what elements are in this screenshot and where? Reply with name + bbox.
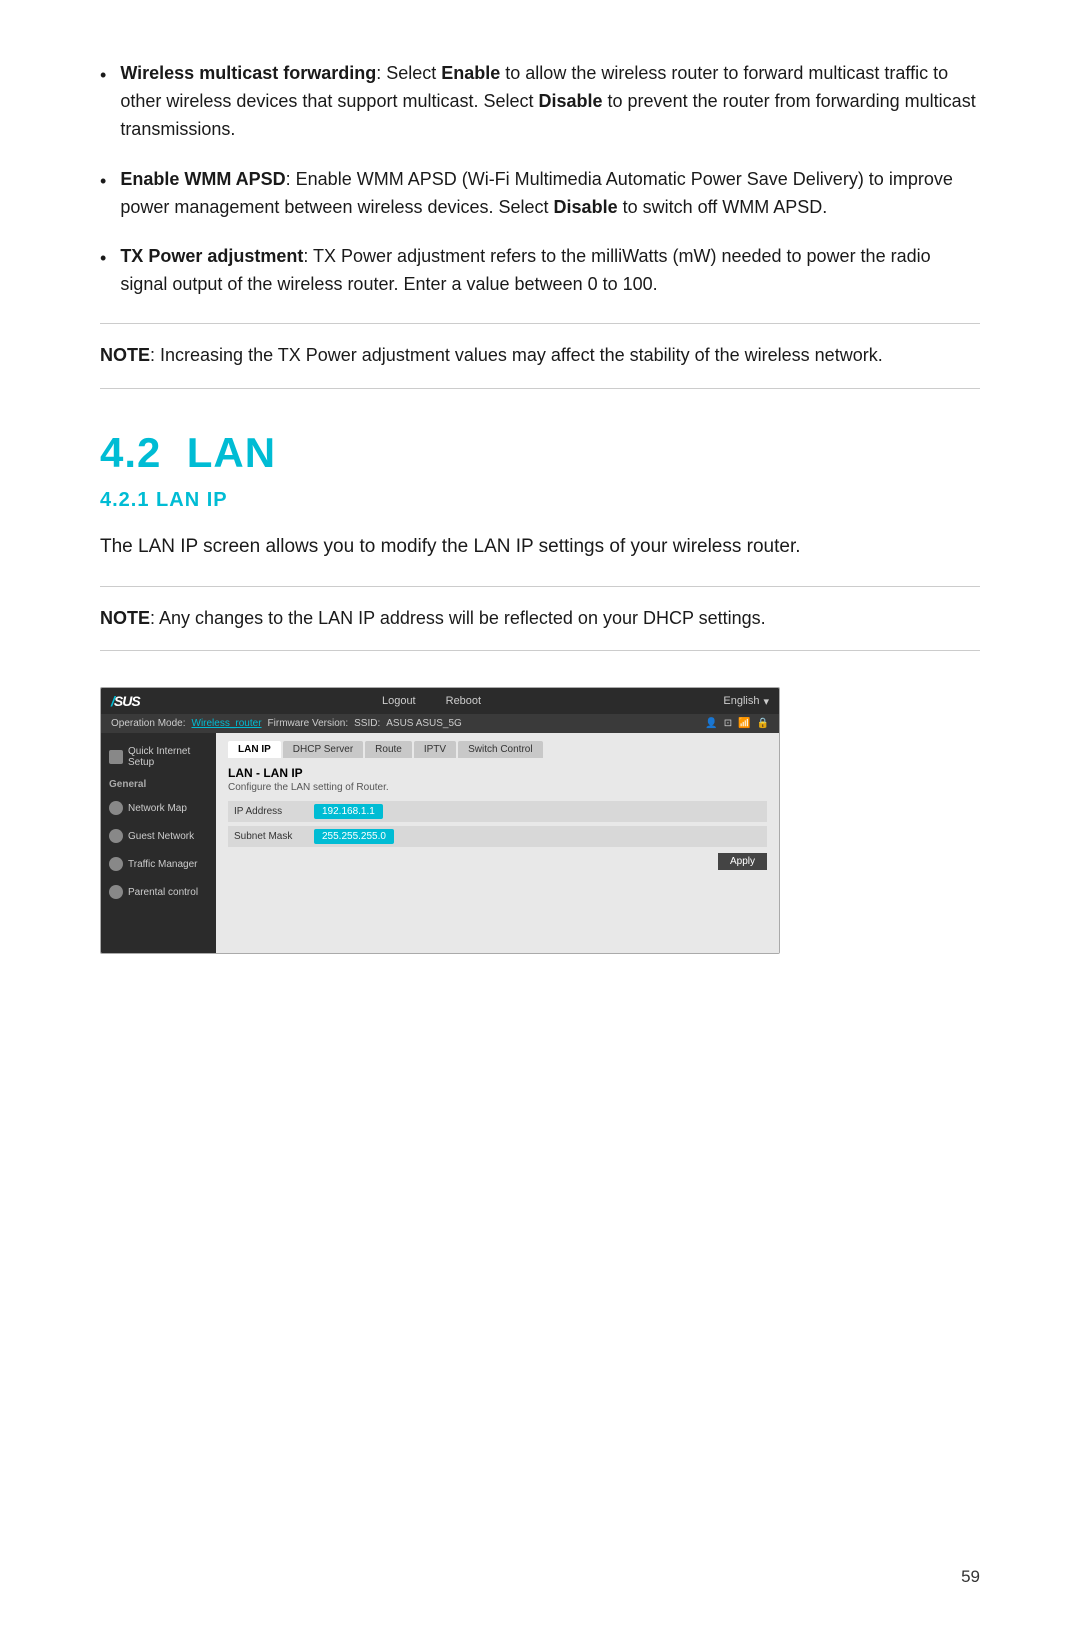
- content-title: LAN - LAN IP: [228, 766, 767, 780]
- term-wireless-multicast: Wireless multicast forwarding: [120, 63, 376, 83]
- tab-lan-ip[interactable]: LAN IP: [228, 741, 281, 758]
- user-icon: 👤: [705, 718, 717, 729]
- status-left: Operation Mode: Wireless_router Firmware…: [111, 718, 462, 729]
- sidebar-item-parental-control[interactable]: Parental control: [101, 878, 216, 906]
- sidebar-label-quick: Quick Internet Setup: [128, 746, 208, 768]
- term-tx-power: TX Power adjustment: [120, 246, 303, 266]
- ip-address-row: IP Address 192.168.1.1: [228, 801, 767, 822]
- bullet-item-3: • TX Power adjustment: TX Power adjustme…: [100, 243, 980, 299]
- content-subtitle: Configure the LAN setting of Router.: [228, 782, 767, 793]
- ip-address-label: IP Address: [234, 806, 314, 817]
- sidebar-label-traffic: Traffic Manager: [128, 859, 197, 870]
- bullet-text-1: Wireless multicast forwarding: Select En…: [120, 60, 980, 144]
- bullet-dot: •: [100, 62, 106, 90]
- subsection-heading: 4.2.1 LAN IP: [100, 489, 980, 512]
- bullet-text-2: Enable WMM APSD: Enable WMM APSD (Wi-Fi …: [120, 166, 980, 222]
- signal-icon: 📶: [738, 718, 750, 729]
- quick-setup-icon: [109, 750, 123, 764]
- topbar-right: English ▾: [723, 695, 769, 708]
- term-wmm-apsd: Enable WMM APSD: [120, 169, 285, 189]
- page-number: 59: [961, 1567, 980, 1587]
- tab-route[interactable]: Route: [365, 741, 412, 758]
- firmware-label: Firmware Version:: [268, 718, 349, 729]
- note2-label: NOTE: [100, 608, 150, 628]
- status-icons: 👤 ⊡ 📶 🔒: [705, 718, 769, 729]
- operation-mode-value[interactable]: Wireless_router: [192, 718, 262, 729]
- router-statusbar: Operation Mode: Wireless_router Firmware…: [101, 714, 779, 733]
- sidebar-item-network-map[interactable]: Network Map: [101, 794, 216, 822]
- ssid-label: SSID:: [354, 718, 380, 729]
- parental-control-icon: [109, 885, 123, 899]
- ip-address-value[interactable]: 192.168.1.1: [314, 804, 383, 819]
- dropdown-icon[interactable]: ▾: [763, 695, 769, 708]
- bullet-item-2: • Enable WMM APSD: Enable WMM APSD (Wi-F…: [100, 166, 980, 222]
- router-icon: ⊡: [724, 718, 732, 729]
- operation-mode-label: Operation Mode:: [111, 718, 186, 729]
- guest-network-icon: [109, 829, 123, 843]
- content-tabs: LAN IP DHCP Server Route IPTV Switch Con…: [228, 741, 767, 758]
- note2-text: : Any changes to the LAN IP address will…: [150, 608, 766, 628]
- lock-icon: 🔒: [757, 718, 769, 729]
- router-screenshot: /SUS Logout Reboot English ▾ Operation M…: [100, 687, 780, 954]
- traffic-manager-icon: [109, 857, 123, 871]
- router-content: LAN IP DHCP Server Route IPTV Switch Con…: [216, 733, 779, 953]
- note-box-1: NOTE: Increasing the TX Power adjustment…: [100, 323, 980, 389]
- sidebar-general-header: General: [101, 775, 216, 794]
- bullet-dot-2: •: [100, 168, 106, 196]
- logout-button[interactable]: Logout: [382, 695, 416, 707]
- bullet-list: • Wireless multicast forwarding: Select …: [100, 60, 980, 299]
- reboot-button[interactable]: Reboot: [446, 695, 481, 707]
- router-topbar: /SUS Logout Reboot English ▾: [101, 688, 779, 714]
- ssid-value: ASUS ASUS_5G: [386, 718, 462, 729]
- sidebar-item-quick-internet[interactable]: Quick Internet Setup: [101, 739, 216, 775]
- asus-logo: /SUS: [111, 693, 140, 709]
- subnet-mask-label: Subnet Mask: [234, 831, 314, 842]
- apply-button[interactable]: Apply: [718, 853, 767, 870]
- tab-switch-control[interactable]: Switch Control: [458, 741, 542, 758]
- bullet-item-1: • Wireless multicast forwarding: Select …: [100, 60, 980, 144]
- router-main: Quick Internet Setup General Network Map…: [101, 733, 779, 953]
- sidebar-item-guest-network[interactable]: Guest Network: [101, 822, 216, 850]
- sidebar-item-traffic-manager[interactable]: Traffic Manager: [101, 850, 216, 878]
- subnet-mask-row: Subnet Mask 255.255.255.0: [228, 826, 767, 847]
- network-map-icon: [109, 801, 123, 815]
- sidebar-label-network-map: Network Map: [128, 803, 187, 814]
- sidebar-label-guest: Guest Network: [128, 831, 194, 842]
- tab-iptv[interactable]: IPTV: [414, 741, 456, 758]
- section-heading: 4.2 LAN: [100, 429, 980, 477]
- note1-text: : Increasing the TX Power adjustment val…: [150, 345, 883, 365]
- topbar-center: Logout Reboot: [382, 695, 481, 707]
- sidebar-label-parental: Parental control: [128, 887, 198, 898]
- note1-label: NOTE: [100, 345, 150, 365]
- bullet-text-3: TX Power adjustment: TX Power adjustment…: [120, 243, 980, 299]
- intro-text: The LAN IP screen allows you to modify t…: [100, 532, 980, 561]
- tab-dhcp-server[interactable]: DHCP Server: [283, 741, 363, 758]
- subnet-mask-value[interactable]: 255.255.255.0: [314, 829, 394, 844]
- note-box-2: NOTE: Any changes to the LAN IP address …: [100, 586, 980, 652]
- router-sidebar: Quick Internet Setup General Network Map…: [101, 733, 216, 953]
- bullet-dot-3: •: [100, 245, 106, 273]
- language-label: English: [723, 695, 759, 707]
